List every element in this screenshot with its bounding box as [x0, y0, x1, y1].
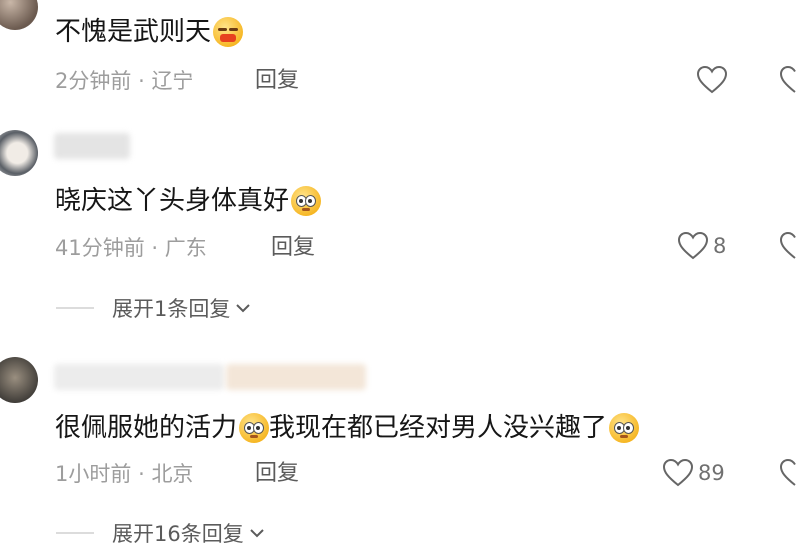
dislike-icon[interactable] [778, 231, 800, 261]
chevron-down-icon [236, 304, 251, 313]
avatar[interactable] [0, 130, 38, 176]
chevron-down-icon [250, 529, 264, 538]
dislike-icon[interactable] [778, 458, 800, 488]
heart-icon [677, 231, 709, 260]
comment-time: 2分钟前 [55, 69, 132, 93]
reply-button[interactable]: 回复 [255, 461, 299, 487]
avatar[interactable] [0, 0, 38, 30]
comment-location: 辽宁 [151, 69, 194, 93]
comment-text: 不愧是武则天 [55, 17, 244, 47]
comment-location: 北京 [151, 462, 194, 486]
comment-time: 1小时前 [55, 462, 132, 486]
wave-emoji-icon [213, 17, 244, 47]
like-button[interactable]: 89 [662, 458, 725, 488]
comment-text: 晓庆这丫头身体真好 [55, 186, 322, 216]
like-button[interactable]: 8 [677, 231, 726, 261]
reply-button[interactable]: 回复 [255, 68, 299, 94]
reply-button[interactable]: 回复 [271, 235, 315, 261]
dislike-icon[interactable] [778, 65, 800, 95]
username-blurred[interactable] [54, 133, 130, 159]
username-blurred[interactable] [54, 364, 224, 390]
pleading-emoji-icon [239, 413, 270, 443]
comment-meta: 1小时前 · 北京 [55, 462, 194, 486]
expand-replies-button[interactable]: 展开16条回复 [56, 518, 266, 548]
comment-text: 很佩服她的活力 我现在都已经对男人没兴趣了 [55, 413, 640, 443]
heart-icon [662, 458, 694, 487]
divider [56, 532, 94, 534]
avatar[interactable] [0, 357, 38, 403]
comment-time: 41分钟前 [55, 236, 145, 260]
comment-location: 广东 [164, 236, 207, 260]
comment-meta: 2分钟前 · 辽宁 [55, 69, 194, 93]
comment-meta: 41分钟前 · 广东 [55, 236, 207, 260]
like-count: 89 [698, 461, 725, 485]
like-count: 8 [713, 234, 727, 258]
expand-replies-button[interactable]: 展开1条回复 [56, 293, 252, 323]
heart-icon [696, 65, 728, 94]
pleading-emoji-icon [609, 413, 640, 443]
divider [56, 307, 94, 309]
like-button[interactable] [696, 65, 728, 95]
pleading-emoji-icon [291, 186, 322, 216]
username-badge-blurred [226, 364, 366, 390]
